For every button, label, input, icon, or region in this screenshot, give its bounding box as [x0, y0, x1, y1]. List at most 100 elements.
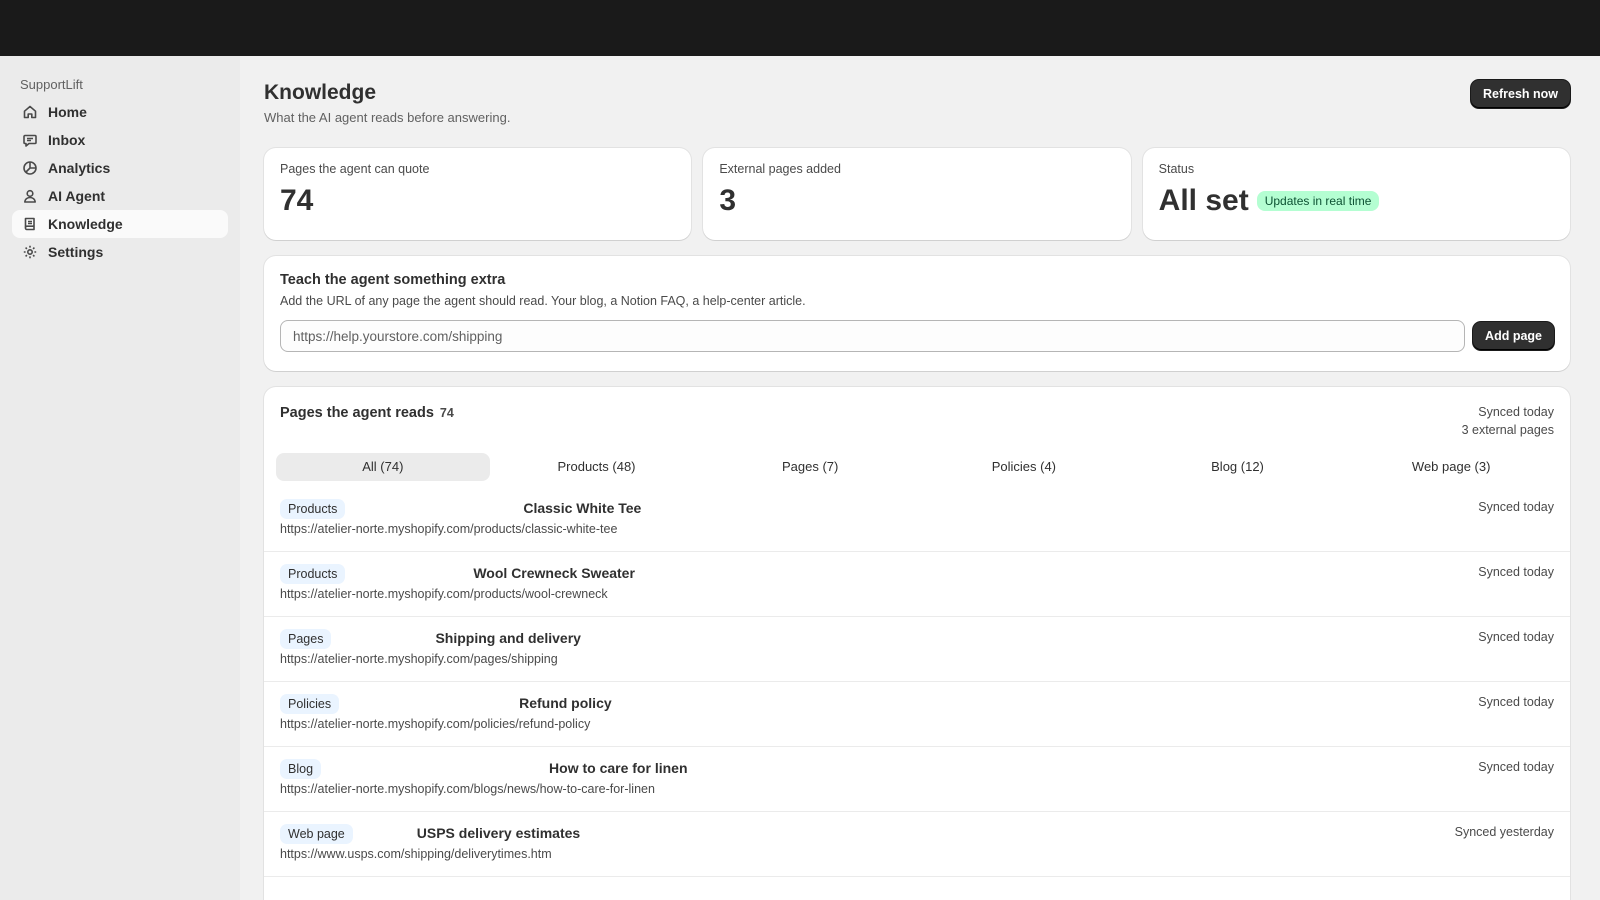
- gear-icon: [20, 242, 40, 262]
- page-header: Knowledge What the AI agent reads before…: [264, 56, 1570, 148]
- row-sync-status: Synced today: [1478, 565, 1554, 579]
- stat-card-status: Status All set Updates in real time: [1142, 148, 1570, 240]
- type-tag: Pages: [280, 629, 332, 649]
- sidebar-item-ai-agent[interactable]: AI Agent: [12, 182, 228, 210]
- top-bar: [0, 0, 1600, 56]
- home-icon: [20, 102, 40, 122]
- page-subtitle: What the AI agent reads before answering…: [264, 110, 511, 125]
- row-title: Classic White Tee: [523, 500, 642, 516]
- url-row: Add page: [280, 320, 1554, 352]
- row-top: Policies Refund policy: [280, 694, 1554, 714]
- status-text: All set: [1158, 184, 1249, 217]
- tab-pages[interactable]: Pages (7): [703, 453, 917, 481]
- row-url: https://atelier-norte.myshopify.com/prod…: [280, 522, 618, 536]
- row-url: https://www.usps.com/shipping/deliveryti…: [280, 847, 552, 861]
- type-tag: Blog: [280, 759, 322, 779]
- row-sync-status: Synced today: [1478, 500, 1554, 514]
- type-tag: Products: [280, 499, 346, 519]
- title-wrap: How to care for linen: [329, 760, 1554, 778]
- pages-list-count: 74: [439, 406, 454, 420]
- external-count: 3 external pages: [1461, 423, 1554, 437]
- tab-blog[interactable]: Blog (12): [1131, 453, 1345, 481]
- type-tag: Policies: [280, 694, 340, 714]
- pages-list-header: Pages the agent reads 74 Synced today 3 e…: [264, 387, 1570, 453]
- row-url: https://atelier-norte.myshopify.com/blog…: [280, 782, 655, 796]
- analytics-icon: [20, 158, 40, 178]
- row-sync-status: Synced today: [1478, 760, 1554, 774]
- tab-web-page[interactable]: Web page (3): [1344, 453, 1558, 481]
- pages-list-title: Pages the agent reads: [280, 405, 434, 421]
- sidebar-item-label: Knowledge: [48, 216, 123, 232]
- stat-label: External pages added: [719, 162, 841, 176]
- table-row[interactable]: Policies Refund policy https://atelier-n…: [264, 682, 1570, 747]
- url-input[interactable]: [280, 320, 1466, 352]
- row-url: https://atelier-norte.myshopify.com/page…: [280, 652, 558, 666]
- sidebar-item-analytics[interactable]: Analytics: [12, 154, 228, 182]
- row-top: Web page USPS delivery estimates: [280, 824, 1554, 844]
- book-icon: [20, 214, 40, 234]
- stat-value: 3: [719, 184, 1114, 218]
- row-title: Wool Crewneck Sweater: [473, 565, 635, 581]
- type-tag: Web page: [280, 824, 353, 844]
- refresh-now-button[interactable]: Refresh now: [1470, 80, 1570, 108]
- sidebar-item-inbox[interactable]: Inbox: [12, 126, 228, 154]
- row-sync-status: Synced yesterday: [1454, 825, 1554, 839]
- sync-meta: Synced today 3 external pages: [1462, 403, 1554, 439]
- main-content: Knowledge What the AI agent reads before…: [240, 56, 1590, 900]
- tab-all[interactable]: All (74): [276, 453, 490, 481]
- row-url: https://atelier-norte.myshopify.com/poli…: [280, 717, 591, 731]
- row-sync-status: Synced today: [1478, 630, 1554, 644]
- table-row[interactable]: Web page USPS delivery estimates https:/…: [264, 812, 1570, 877]
- stats-row: Pages the agent can quote 74 External pa…: [264, 148, 1570, 240]
- filter-tabs: All (74) Products (48) Pages (7) Policie…: [264, 453, 1570, 481]
- row-title: Refund policy: [519, 695, 612, 711]
- teach-card: Teach the agent something extra Add the …: [264, 256, 1570, 371]
- title-wrap: Wool Crewneck Sweater: [353, 565, 1554, 583]
- title-wrap: USPS delivery estimates: [361, 825, 1554, 843]
- tab-products[interactable]: Products (48): [490, 453, 704, 481]
- table-row[interactable]: Products Wool Crewneck Sweater https://a…: [264, 552, 1570, 617]
- brand-name: SupportLift: [20, 77, 83, 92]
- sidebar-item-knowledge[interactable]: Knowledge: [12, 210, 228, 238]
- row-top: Products Classic White Tee: [280, 499, 1554, 519]
- title-wrap: Classic White Tee: [353, 500, 1554, 518]
- stat-number: 74: [280, 184, 314, 217]
- add-page-button[interactable]: Add page: [1473, 322, 1554, 350]
- tab-policies[interactable]: Policies (4): [917, 453, 1131, 481]
- stat-card-external: External pages added 3: [703, 148, 1131, 240]
- table-row[interactable]: Blog How to care for linen https://ateli…: [264, 747, 1570, 812]
- pages-list-card: Pages the agent reads 74 Synced today 3 e…: [264, 387, 1570, 900]
- stat-value: 74: [280, 184, 675, 218]
- sync-status: Synced today: [1478, 405, 1554, 419]
- stat-label: Status: [1158, 162, 1195, 176]
- sidebar-item-label: Settings: [48, 244, 104, 260]
- sidebar-item-label: Home: [48, 104, 87, 120]
- row-top: Pages Shipping and delivery: [280, 629, 1554, 649]
- sidebar-item-label: Analytics: [48, 160, 111, 176]
- stat-label: Pages the agent can quote: [280, 162, 430, 176]
- title-wrap: Shipping and delivery: [339, 630, 1554, 648]
- row-title: Shipping and delivery: [435, 630, 581, 646]
- teach-title: Teach the agent something extra: [280, 272, 506, 288]
- row-title: How to care for linen: [549, 760, 688, 776]
- person-icon: [20, 186, 40, 206]
- stat-number: 3: [719, 184, 737, 217]
- stat-card-quotable: Pages the agent can quote 74: [264, 148, 692, 240]
- sidebar-item-settings[interactable]: Settings: [12, 238, 228, 266]
- title-wrap: Refund policy: [347, 695, 1554, 713]
- table-row[interactable]: Pages Shipping and delivery https://atel…: [264, 617, 1570, 682]
- chat-icon: [20, 130, 40, 150]
- table-row[interactable]: Products Classic White Tee https://ateli…: [264, 487, 1570, 552]
- teach-subtitle: Add the URL of any page the agent should…: [280, 294, 806, 308]
- sidebar: SupportLift Home Inbox Analytics AI Agen…: [0, 56, 240, 900]
- status-badge: Updates in real time: [1256, 191, 1380, 211]
- sidebar-item-label: Inbox: [48, 132, 86, 148]
- row-top: Blog How to care for linen: [280, 759, 1554, 779]
- row-title: USPS delivery estimates: [416, 825, 581, 841]
- sidebar-item-home[interactable]: Home: [12, 98, 228, 126]
- sidebar-item-label: AI Agent: [48, 188, 106, 204]
- type-tag: Products: [280, 564, 346, 584]
- page-title: Knowledge: [264, 81, 377, 104]
- stat-value: All set Updates in real time: [1159, 184, 1554, 218]
- row-sync-status: Synced today: [1478, 695, 1554, 709]
